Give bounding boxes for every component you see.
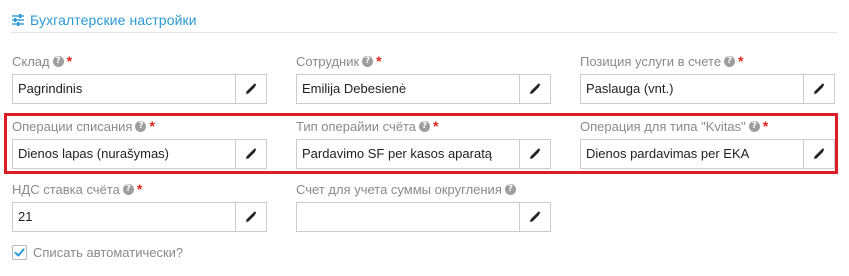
help-icon[interactable]: ? — [504, 183, 516, 195]
required-marker: * — [433, 118, 439, 134]
checkmark-icon — [14, 248, 25, 257]
pencil-icon — [530, 83, 541, 94]
section-title: Бухгалтерские настройки — [30, 12, 197, 28]
service-position-label: Позиция услуги в счете — [580, 53, 722, 69]
sliders-icon — [12, 14, 24, 26]
vat-rate-edit-button[interactable] — [235, 202, 267, 232]
service-position-edit-button[interactable] — [803, 74, 835, 104]
kvitas-operation-input[interactable]: Dienos pardavimas per EKA — [580, 139, 803, 169]
service-position-input[interactable]: Paslauga (vnt.) — [580, 74, 803, 104]
service-position-field: Позиция услуги в счете ? * Paslauga (vnt… — [580, 52, 835, 104]
invoice-operation-type-input[interactable]: Pardavimo SF per kasos aparatą — [296, 139, 519, 169]
help-icon[interactable]: ? — [122, 183, 134, 195]
kvitas-operation-edit-button[interactable] — [803, 139, 835, 169]
write-off-operations-edit-button[interactable] — [235, 139, 267, 169]
pencil-icon — [530, 211, 541, 222]
required-marker: * — [149, 118, 155, 134]
invoice-operation-type-field: Тип операйии счёта ? * Pardavimo SF per … — [296, 117, 551, 169]
help-icon[interactable]: ? — [362, 55, 374, 67]
required-marker: * — [66, 53, 73, 69]
help-icon[interactable]: ? — [748, 120, 760, 132]
help-icon[interactable]: ? — [724, 55, 736, 67]
vat-rate-field: НДС ставка счёта ? * 21 — [12, 180, 267, 232]
pencil-icon — [814, 148, 825, 159]
auto-write-off-checkbox[interactable] — [12, 245, 27, 260]
employee-field: Сотрудник ? * Emilija Debesienė — [296, 52, 551, 104]
kvitas-operation-label: Операция для типа "Kvitas" — [580, 118, 746, 134]
kvitas-operation-field: Операция для типа "Kvitas" ? * Dienos pa… — [580, 117, 835, 169]
rounding-account-input[interactable] — [296, 202, 519, 232]
employee-edit-button[interactable] — [519, 74, 551, 104]
rounding-account-label: Счет для учета суммы округления — [296, 181, 502, 197]
write-off-operations-input[interactable]: Dienos lapas (nurašymas) — [12, 139, 235, 169]
required-marker: * — [762, 118, 769, 134]
help-icon[interactable]: ? — [135, 120, 147, 132]
help-icon[interactable]: ? — [419, 120, 431, 132]
pencil-icon — [246, 211, 257, 222]
vat-rate-label: НДС ставка счёта — [12, 181, 120, 197]
vat-rate-input[interactable]: 21 — [12, 202, 235, 232]
required-marker: * — [376, 53, 382, 69]
employee-label: Сотрудник — [296, 53, 360, 69]
pencil-icon — [246, 148, 257, 159]
rounding-account-edit-button[interactable] — [519, 202, 551, 232]
help-icon[interactable]: ? — [52, 55, 64, 67]
write-off-operations-field: Операции списания ? * Dienos lapas (nura… — [12, 117, 267, 169]
invoice-operation-type-label: Тип операйии счёта — [296, 118, 417, 134]
pencil-icon — [246, 83, 257, 94]
section-header: Бухгалтерские настройки — [11, 8, 837, 33]
warehouse-label: Склад — [12, 53, 50, 69]
auto-write-off-row: Списать автоматически? — [12, 245, 183, 260]
invoice-operation-type-edit-button[interactable] — [519, 139, 551, 169]
pencil-icon — [814, 83, 825, 94]
rounding-account-field: Счет для учета суммы округления ? — [296, 180, 551, 232]
auto-write-off-label: Списать автоматически? — [33, 245, 184, 260]
required-marker: * — [136, 181, 143, 197]
write-off-operations-label: Операции списания — [12, 118, 133, 134]
employee-input[interactable]: Emilija Debesienė — [296, 74, 519, 104]
warehouse-edit-button[interactable] — [235, 74, 267, 104]
pencil-icon — [530, 148, 541, 159]
required-marker: * — [738, 53, 744, 69]
warehouse-input[interactable]: Pagrindinis — [12, 74, 235, 104]
warehouse-field: Склад ? * Pagrindinis — [12, 52, 267, 104]
